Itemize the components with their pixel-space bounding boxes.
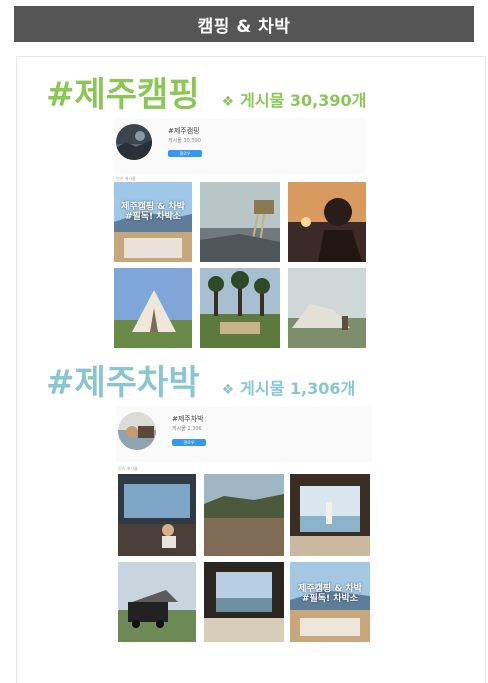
post-count: ❖ 게시물 30,390개 [222,87,367,111]
post-thumbnail[interactable] [118,562,196,642]
post-thumbnail[interactable] [200,182,280,262]
post-thumbnail[interactable] [204,562,284,642]
post-thumbnail[interactable] [290,474,370,556]
hashtag-jeju-chabak[interactable]: #제주차박 [46,366,200,400]
profile-name: #제주캠핑 [168,127,200,135]
post-thumbnail[interactable] [114,268,192,348]
post-thumbnail[interactable]: 제주캠핑 & 차박 #필독! 차박소 [114,182,192,262]
post-thumbnail[interactable] [288,268,366,348]
follow-button[interactable]: 팔로우 [168,150,202,157]
section-jeju-camping-title: #제주캠핑 ❖ 게시물 30,390개 [46,78,366,112]
post-thumbnail[interactable] [118,474,196,556]
profile-card-jeju-chabak: #제주차박 게시물 1,306 팔로우 [116,406,372,462]
post-count-text: 게시물 30,390개 [240,91,367,110]
profile-card-jeju-camping: #제주캠핑 게시물 30,390 팔로우 [114,118,366,174]
overlay-caption: 제주캠핑 & 차박 #필독! 차박소 [121,202,185,223]
post-thumbnail[interactable] [204,474,284,556]
avatar[interactable] [116,124,152,160]
profile-sub: 게시물 30,390 [168,138,201,144]
diamond-bullet-icon: ❖ [221,94,235,110]
post-thumbnail[interactable] [288,182,366,262]
post-count-text: 게시물 1,306개 [240,379,356,398]
follow-button[interactable]: 팔로우 [172,439,206,446]
section-jeju-chabak-title: #제주차박 ❖ 게시물 1,306개 [46,366,355,400]
profile-name: #제주차박 [172,415,204,423]
post-count: ❖ 게시물 1,306개 [222,375,356,399]
diamond-bullet-icon: ❖ [221,382,235,398]
page-header: 캠핑 & 차박 [14,6,474,42]
post-thumbnail[interactable] [200,268,280,348]
avatar[interactable] [118,412,156,450]
page-title: 캠핑 & 차박 [197,16,291,37]
hashtag-jeju-camping[interactable]: #제주캠핑 [46,78,200,112]
post-thumbnail[interactable]: 제주캠핑 & 차박 #필독! 차박소 [290,562,370,642]
profile-sub: 게시물 1,306 [172,426,202,432]
overlay-caption: 제주캠핑 & 차박 #필독! 차박소 [298,584,362,605]
popular-posts-label: 인기 게시물 [118,466,138,471]
